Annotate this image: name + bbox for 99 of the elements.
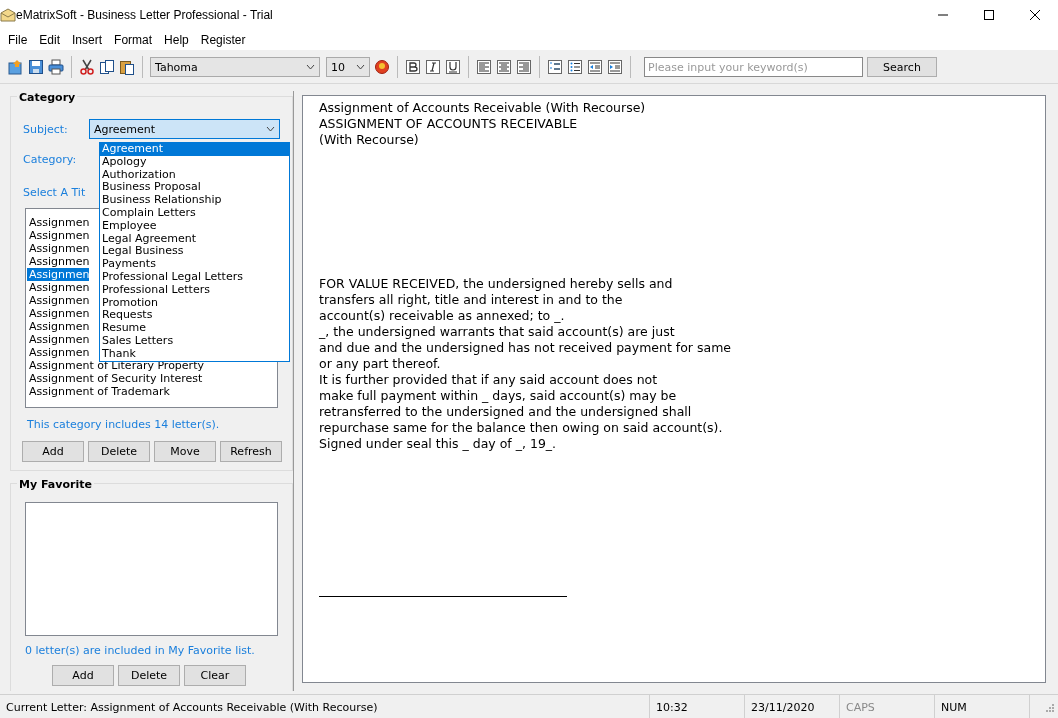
action-button[interactable]: Delete <box>88 441 150 462</box>
menu-item[interactable]: Format <box>108 33 159 47</box>
list-item[interactable]: Assignmen <box>27 229 90 242</box>
dropdown-option[interactable]: Complain Letters <box>100 207 289 220</box>
list-item[interactable]: Assignmen <box>27 242 90 255</box>
dropdown-option[interactable]: Resume <box>100 322 289 335</box>
numbered-list-icon[interactable] <box>547 59 563 75</box>
body-line: FOR VALUE RECEIVED, the undersigned hereby sells and <box>319 276 673 292</box>
chevron-down-icon <box>306 64 315 70</box>
body-line: repurchase same for the balance then owing on said account(s). <box>319 420 723 436</box>
dropdown-option[interactable]: Business Proposal <box>100 181 289 195</box>
list-item[interactable]: Assignmen <box>27 294 90 307</box>
resize-grip-icon[interactable] <box>1044 702 1054 712</box>
dropdown-option[interactable]: Professional Letters <box>100 283 289 297</box>
envelope-icon <box>0 7 16 23</box>
font-dropdown[interactable]: Tahoma <box>150 57 320 77</box>
dropdown-option[interactable]: Professional Legal Letters <box>100 270 289 284</box>
dropdown-option[interactable]: Authorization <box>100 168 289 182</box>
indent-icon[interactable] <box>607 59 623 75</box>
action-button[interactable]: Clear <box>184 665 246 686</box>
heading-line: ASSIGNMENT OF ACCOUNTS RECEIVABLE <box>319 116 578 132</box>
copy-icon[interactable] <box>99 59 115 75</box>
heading-line: Assignment of Accounts Receivable (With Recourse) <box>319 100 646 116</box>
search-button[interactable]: Search <box>867 57 937 77</box>
menu-item[interactable]: Help <box>158 33 195 47</box>
list-item[interactable]: Assignmen <box>27 333 90 346</box>
action-button[interactable]: Move <box>154 441 216 462</box>
action-button[interactable]: Refresh <box>220 441 282 462</box>
subject-dropdown[interactable]: Agreement <box>89 119 280 139</box>
dropdown-option[interactable]: Business Relationship <box>100 194 289 207</box>
outdent-icon[interactable] <box>587 59 603 75</box>
body-line: make full payment within _ days, said account(s) may be <box>319 388 677 404</box>
menu-item[interactable]: Insert <box>66 33 109 47</box>
dropdown-option[interactable]: Promotion <box>100 296 289 310</box>
list-item[interactable]: Assignmen <box>27 268 90 281</box>
category-label: Category: <box>23 152 78 166</box>
status-indicator: NUM <box>935 695 1030 718</box>
list-item[interactable]: Assignment of Trademark <box>27 385 170 398</box>
dropdown-option[interactable]: Legal Agreement <box>100 232 289 246</box>
list-item[interactable]: Assignmen <box>27 255 90 268</box>
align-left-icon[interactable] <box>476 59 492 75</box>
status-date: 23/11/2020 <box>745 695 840 718</box>
close-icon[interactable] <box>1030 10 1040 20</box>
list-item[interactable]: Assignmen <box>27 216 90 229</box>
status-current-letter: Current Letter: Assignment of Accounts Receivable (With Recourse) <box>0 695 650 718</box>
list-item[interactable]: Assignmen <box>27 320 90 333</box>
menu-item[interactable]: Register <box>194 33 252 47</box>
print-icon[interactable] <box>48 59 64 75</box>
list-item[interactable]: Assignmen <box>27 346 90 359</box>
maximize-icon[interactable] <box>984 10 994 20</box>
menu-item[interactable]: File <box>2 33 34 47</box>
heading-line: (With Recourse) <box>319 132 419 148</box>
open-folder-icon[interactable] <box>8 59 24 75</box>
color-palette-icon[interactable] <box>374 59 390 75</box>
body-line: and due and the undersigned has not received payment for same <box>319 340 731 356</box>
italic-icon[interactable] <box>425 59 441 75</box>
underline-icon[interactable] <box>445 59 461 75</box>
dropdown-option[interactable]: Sales Letters <box>100 334 289 348</box>
action-button[interactable]: Add <box>52 665 114 686</box>
body-line: _, the undersigned warrants that said account(s) are just <box>319 324 675 340</box>
dropdown-option[interactable]: Requests <box>100 309 289 323</box>
dropdown-option[interactable]: Employee <box>100 219 289 233</box>
action-button[interactable]: Add <box>22 441 84 462</box>
search-field[interactable]: Please input your keyword(s) <box>644 57 863 77</box>
chevron-down-icon <box>266 126 275 132</box>
dropdown-option[interactable]: Payments <box>100 258 289 271</box>
subject-label: Subject: <box>23 122 69 136</box>
status-time: 10:32 <box>650 695 745 718</box>
bullet-list-icon[interactable] <box>567 59 583 75</box>
select-title-label: Select A Tit <box>23 185 86 199</box>
body-line: transfers all right, title and interest in and to the <box>319 292 623 308</box>
chevron-down-icon <box>356 64 365 70</box>
list-item[interactable]: Assignmen <box>27 281 90 294</box>
dropdown-option[interactable]: Agreement <box>100 143 289 156</box>
align-right-icon[interactable] <box>516 59 532 75</box>
dropdown-option[interactable]: Legal Business <box>100 245 289 259</box>
letter-count: This category includes 14 letter(s). <box>27 418 221 431</box>
scissors-icon[interactable] <box>79 59 95 75</box>
list-item[interactable]: Assignmen <box>27 307 90 320</box>
bold-icon[interactable] <box>405 59 421 75</box>
body-line: It is further provided that if any said account does not <box>319 372 658 388</box>
size-dropdown[interactable]: 10 <box>326 57 370 77</box>
body-line: account(s) receivable as annexed; to _. <box>319 308 565 324</box>
list-item[interactable]: Assignment of Security Interest <box>27 372 203 385</box>
group-title: Category <box>17 91 78 104</box>
align-center-icon[interactable] <box>496 59 512 75</box>
action-button[interactable]: Delete <box>118 665 180 686</box>
save-icon[interactable] <box>28 59 44 75</box>
paste-icon[interactable] <box>119 59 135 75</box>
body-line: Signed under seal this _ day of _, 19_. <box>319 436 557 452</box>
menu-item[interactable]: Edit <box>33 33 67 47</box>
body-line: retransferred to the undersigned and the undersigned shall <box>319 404 692 420</box>
window-title: eMatrixSoft - Business Letter Professional - Trial <box>16 8 274 22</box>
group-title: My Favorite <box>17 478 94 491</box>
dropdown-option[interactable]: Thank <box>100 347 289 361</box>
dropdown-option[interactable]: Apology <box>100 155 289 169</box>
favorite-count: 0 letter(s) are included in My Favorite list. <box>25 644 256 657</box>
status-indicator: CAPS <box>840 695 935 718</box>
body-line: or any part thereof. <box>319 356 441 372</box>
